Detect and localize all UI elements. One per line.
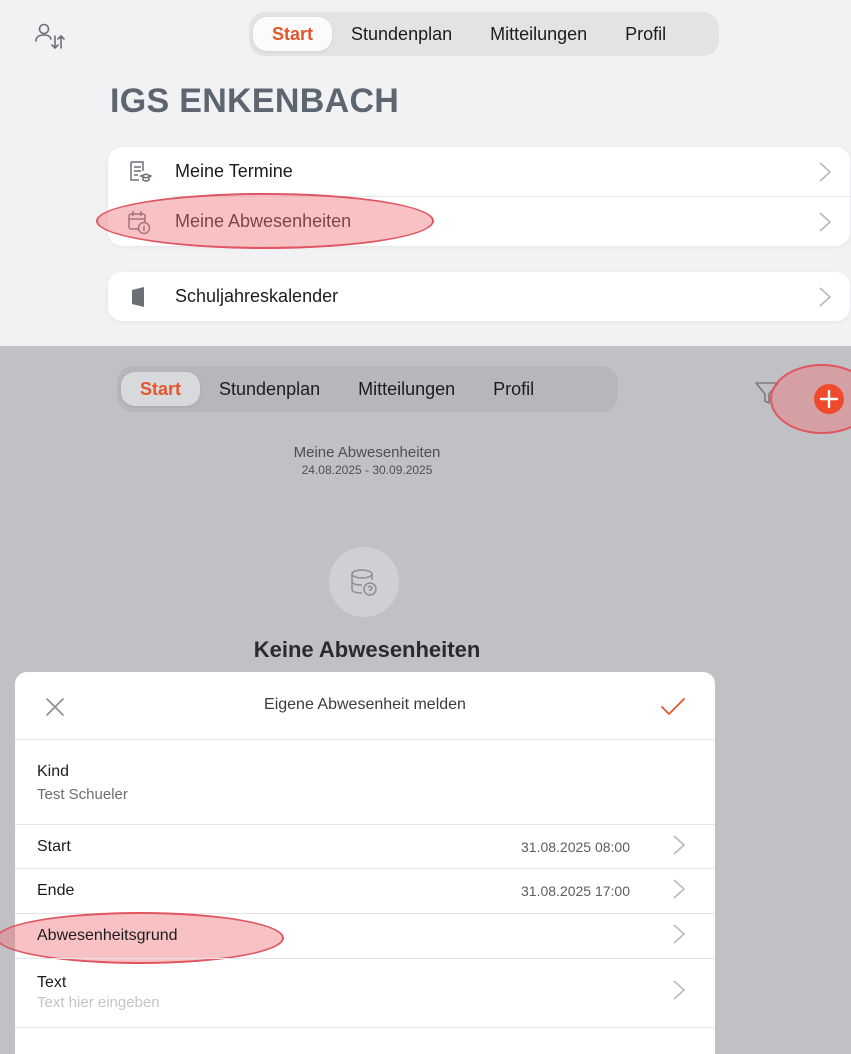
highlight-ellipse <box>96 193 434 249</box>
divider <box>15 739 715 740</box>
divider <box>15 824 715 825</box>
text-label: Text <box>37 974 67 991</box>
start-value[interactable]: 31.08.2025 08:00 <box>521 839 630 855</box>
tab-start[interactable]: Start <box>253 17 333 51</box>
chevron-right-icon <box>819 162 832 182</box>
top-screen: Start Stundenplan Mitteilungen Profil IG… <box>0 0 851 346</box>
reason-label[interactable]: Abwesenheitsgrund <box>37 927 178 945</box>
user-switch-icon[interactable] <box>34 22 66 52</box>
chevron-right-icon[interactable] <box>672 923 686 945</box>
absences-screen: Start Stundenplan Mitteilungen Profil Me… <box>0 346 851 1054</box>
menu-item-label: Schuljahreskalender <box>175 286 339 306</box>
main-tabs: Start Stundenplan Mitteilungen Profil <box>249 12 719 56</box>
empty-state-icon <box>329 547 399 617</box>
school-name: IGS ENKENBACH <box>110 82 400 120</box>
menu-item-label: Meine Termine <box>175 161 293 181</box>
tab-stundenplan[interactable]: Stundenplan <box>200 372 339 406</box>
date-range: 24.08.2025 - 30.09.2025 <box>301 463 433 477</box>
sheet-title: Eigene Abwesenheit melden <box>264 696 466 713</box>
tab-mitteilungen[interactable]: Mitteilungen <box>471 17 606 51</box>
divider <box>15 958 715 959</box>
tab-profil[interactable]: Profil <box>474 372 553 406</box>
start-label: Start <box>37 838 71 855</box>
add-absence-button[interactable] <box>814 384 844 414</box>
book-icon <box>132 287 144 307</box>
menu-item-schuljahreskalender[interactable]: Schuljahreskalender <box>108 272 850 321</box>
list-title: Meine Abwesenheiten <box>293 444 441 461</box>
end-label: Ende <box>37 882 75 899</box>
tab-profil[interactable]: Profil <box>606 17 685 51</box>
chevron-right-icon[interactable] <box>672 834 686 856</box>
chevron-right-icon <box>819 287 832 307</box>
tab-mitteilungen[interactable]: Mitteilungen <box>339 372 474 406</box>
main-tabs: Start Stundenplan Mitteilungen Profil <box>117 366 618 412</box>
checkmark-icon[interactable] <box>660 696 686 718</box>
empty-state-title: Keine Abwesenheiten <box>253 637 481 662</box>
tab-stundenplan[interactable]: Stundenplan <box>332 17 471 51</box>
calendar-card: Schuljahreskalender <box>108 272 850 321</box>
kind-value: Test Schueler <box>37 786 128 803</box>
text-input[interactable]: Text hier eingeben <box>37 994 160 1011</box>
chevron-right-icon[interactable] <box>672 878 686 900</box>
end-value[interactable]: 31.08.2025 17:00 <box>521 883 630 899</box>
menu-item-termine[interactable]: Meine Termine <box>108 147 850 196</box>
calendar-list-icon <box>130 161 152 182</box>
kind-label: Kind <box>37 763 70 780</box>
divider <box>15 1027 715 1028</box>
divider <box>15 868 715 869</box>
chevron-right-icon[interactable] <box>672 979 686 1001</box>
plus-icon <box>819 389 839 409</box>
chevron-right-icon <box>819 212 832 232</box>
tab-start[interactable]: Start <box>121 372 201 406</box>
